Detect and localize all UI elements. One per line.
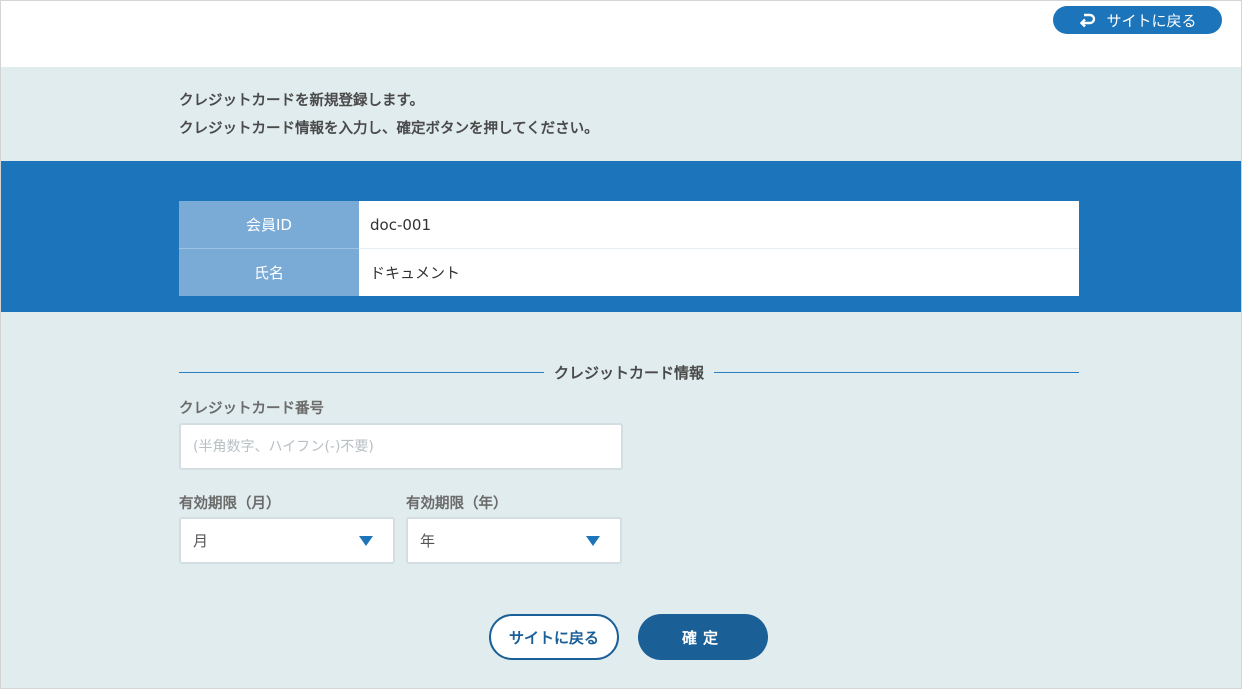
member-id-value: doc-001 (359, 201, 1079, 248)
card-number-label: クレジットカード番号 (179, 401, 324, 417)
card-section-heading: クレジットカード情報 (179, 360, 1080, 384)
expiry-year-label: 有効期限（年） (406, 496, 508, 512)
heading-divider-left (179, 371, 544, 373)
back-to-site-button[interactable]: サイトに戻る (489, 614, 619, 660)
expiry-month-label: 有効期限（月） (179, 496, 281, 512)
intro-text: クレジットカードを新規登録します。 クレジットカード情報を入力し、確定ボタンを押… (179, 87, 599, 143)
expiry-month-select[interactable]: 月 (179, 517, 395, 564)
expiry-month-value: 月 (193, 532, 209, 550)
confirm-button[interactable]: 確定 (638, 614, 768, 660)
card-number-input[interactable] (179, 423, 623, 470)
expiry-year-select[interactable]: 年 (406, 517, 622, 564)
expiry-year-value: 年 (420, 532, 436, 550)
member-id-label: 会員ID (179, 201, 359, 248)
member-name-label: 氏名 (179, 248, 359, 296)
member-name-row: 氏名 ドキュメント (179, 248, 1079, 296)
card-registration-page: サイトに戻る クレジットカードを新規登録します。 クレジットカード情報を入力し、… (0, 0, 1242, 689)
member-info-band: 会員ID doc-001 氏名 ドキュメント (1, 161, 1241, 312)
triangle-down-icon (586, 536, 600, 546)
triangle-down-icon (359, 536, 373, 546)
return-arrow-icon (1078, 11, 1096, 29)
member-id-row: 会員ID doc-001 (179, 201, 1079, 248)
header: サイトに戻る (1, 1, 1241, 67)
member-info-table: 会員ID doc-001 氏名 ドキュメント (179, 201, 1079, 296)
card-section-title: クレジットカード情報 (554, 363, 705, 382)
heading-divider-right (714, 371, 1080, 373)
header-back-label: サイトに戻る (1106, 11, 1197, 30)
member-name-value: ドキュメント (359, 249, 1079, 296)
intro-line-2: クレジットカード情報を入力し、確定ボタンを押してください。 (179, 121, 599, 137)
header-back-to-site-button[interactable]: サイトに戻る (1053, 6, 1222, 34)
intro-line-1: クレジットカードを新規登録します。 (179, 93, 425, 109)
